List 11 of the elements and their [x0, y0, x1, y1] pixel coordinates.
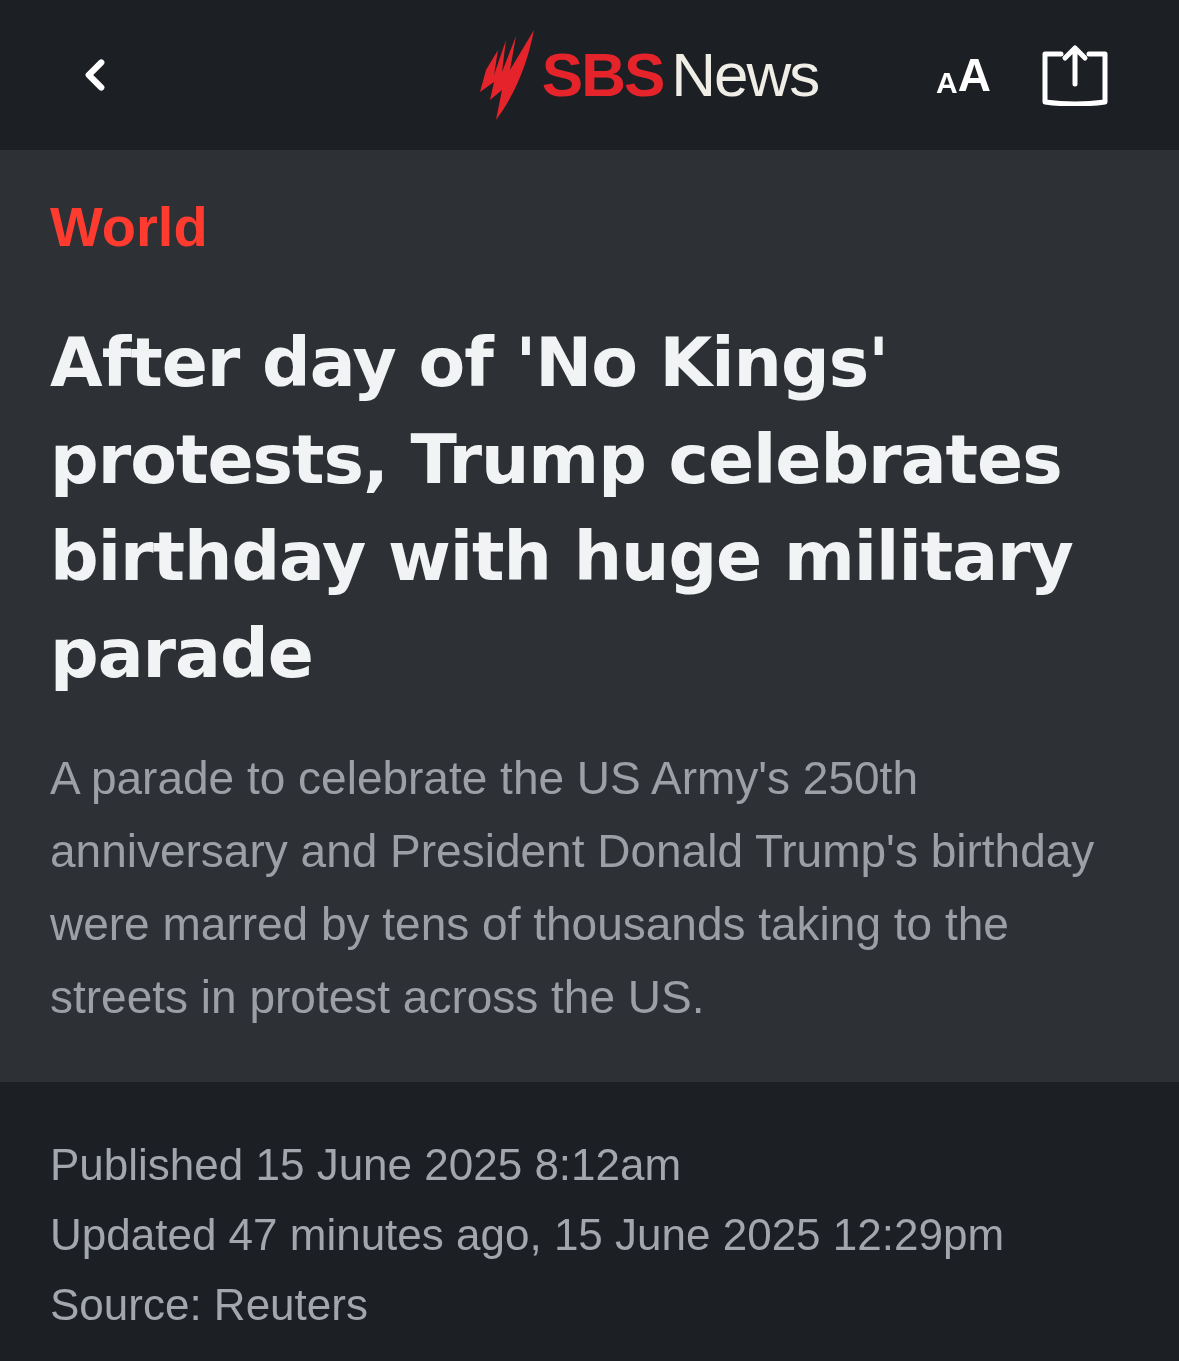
meta-line: Published 15 June 2025 8:12am	[50, 1139, 683, 1191]
share-icon	[1041, 44, 1109, 106]
logo-product: News	[671, 44, 819, 106]
article-summary: A parade to celebrate the US Army's 250th anniversary and President Donald Trump's birthday were marred by tens of thousands taking to the streets in protest across the US.	[50, 751, 1096, 1025]
meta-line: Updated 47 minutes ago, 15 June 2025 12:29pm	[50, 1209, 1006, 1261]
logo-brand: SBS	[541, 44, 664, 106]
text-size-button[interactable]: AA	[936, 52, 991, 98]
share-button[interactable]	[1041, 44, 1109, 106]
meta-line: Source: Reuters	[50, 1279, 369, 1331]
category-label: World	[50, 194, 209, 260]
article-title: After day of 'No Kings' protests, Trump celebrates birthday with huge military parade	[50, 322, 1074, 695]
